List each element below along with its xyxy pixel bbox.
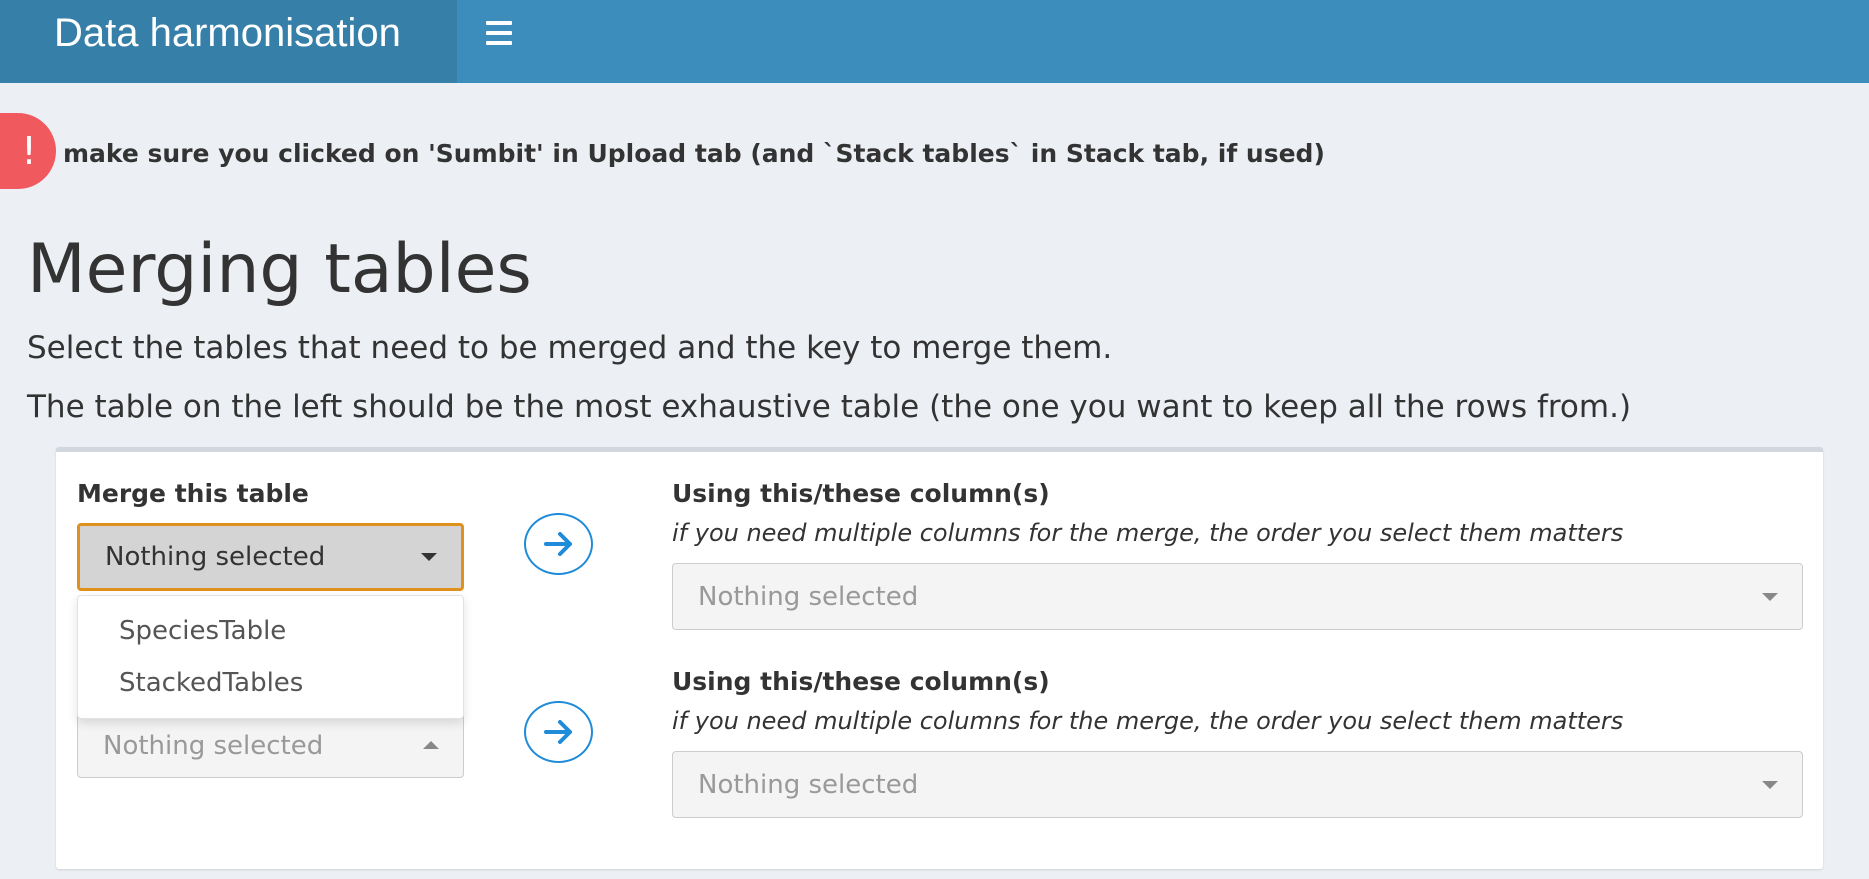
- column-label-2: Using this/these column(s): [672, 667, 1050, 696]
- merge-arrow-button[interactable]: [524, 513, 593, 575]
- hamburger-menu-icon: [486, 21, 512, 25]
- merge-arrow-button-2[interactable]: [524, 701, 593, 763]
- page-description-note: The table on the left should be the most…: [27, 389, 1632, 425]
- column-select-1[interactable]: Nothing selected: [672, 563, 1803, 630]
- merge-table-dropdown: SpeciesTable StackedTables: [77, 595, 464, 719]
- caret-down-icon: [421, 553, 437, 561]
- merge-table-label: Merge this table: [77, 479, 309, 508]
- caret-down-icon: [1762, 592, 1778, 601]
- column-select-2-value: Nothing selected: [698, 770, 919, 800]
- column-hint-1: if you need multiple columns for the mer…: [672, 519, 1624, 547]
- column-select-2[interactable]: Nothing selected: [672, 751, 1803, 818]
- column-hint-2: if you need multiple columns for the mer…: [672, 707, 1624, 735]
- page-title: Merging tables: [27, 230, 532, 309]
- column-label-1: Using this/these column(s): [672, 479, 1050, 508]
- second-table-select-value: Nothing selected: [103, 731, 324, 761]
- caret-up-icon: [423, 741, 439, 749]
- arrow-right-icon: [543, 532, 572, 556]
- app-brand[interactable]: Data harmonisation: [0, 0, 457, 83]
- caret-down-icon: [1762, 780, 1778, 789]
- second-table-select[interactable]: Nothing selected: [77, 712, 464, 778]
- sidebar-toggle-button[interactable]: [480, 14, 520, 54]
- dropdown-option-speciestable[interactable]: SpeciesTable: [119, 616, 286, 646]
- dropdown-option-stackedtables[interactable]: StackedTables: [119, 668, 303, 698]
- exclamation-icon: !: [0, 113, 56, 189]
- hamburger-menu-icon-bar: [486, 41, 512, 45]
- hamburger-menu-icon-bar: [486, 31, 512, 35]
- arrow-right-icon: [543, 720, 572, 744]
- alert-message: make sure you clicked on 'Sumbit' in Upl…: [63, 139, 1325, 168]
- merge-table-select-value: Nothing selected: [105, 542, 326, 572]
- merge-table-select[interactable]: Nothing selected: [77, 523, 464, 591]
- column-select-1-value: Nothing selected: [698, 582, 919, 612]
- top-navbar: Data harmonisation: [0, 0, 1869, 83]
- page-description: Select the tables that need to be merged…: [27, 330, 1113, 366]
